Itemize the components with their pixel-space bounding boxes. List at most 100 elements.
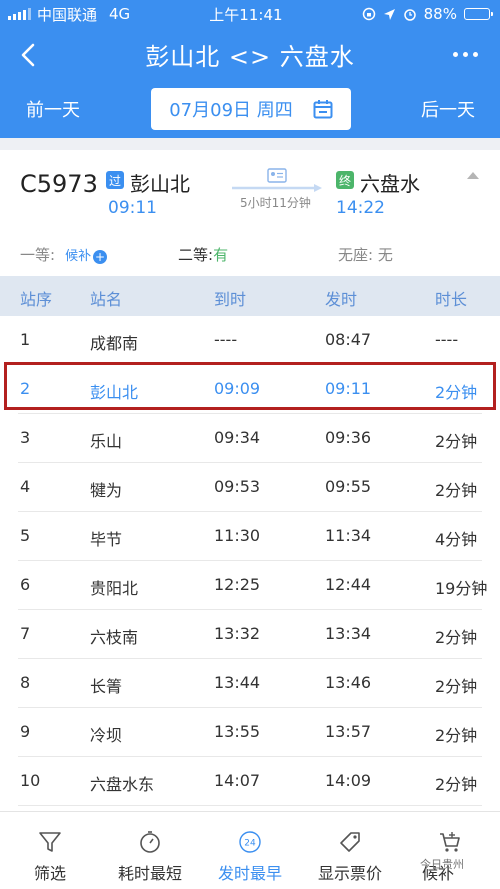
stop-depart: 12:44 [325,575,372,594]
header-stop-duration: 时长 [435,290,468,309]
date-bar: 前一天 07月09日 周四 后一天 [0,80,500,138]
tab-waitlist[interactable]: 候补 [400,812,500,889]
stop-seq: 4 [20,477,31,496]
back-arrow-icon[interactable] [14,40,44,70]
stop-seq: 9 [20,722,31,741]
train-detail-card: C5973 过 彭山北 09:11 5小时11分钟 终 六盘水 14:22 一等… [0,150,500,889]
seat-availability: 一等: 候补 + 二等:有 无座: 无 [0,244,500,268]
alarm-icon [403,9,416,21]
stop-arrive: 14:07 [214,771,261,790]
table-row[interactable]: 6 贵阳北 12:25 12:44 19分钟 [0,561,500,610]
waitlist-add-icon[interactable]: + [93,250,108,264]
stop-depart: 09:36 [325,428,372,447]
second-class-seat: 二等:有 [178,244,228,265]
header-area: 中国联通 4G 上午11:41 88% 彭山北 <> 六盘水 前一天 07月09… [0,0,500,138]
tab-show-price[interactable]: 显示票价 [300,812,400,889]
stop-seq: 2 [20,379,31,398]
tab-show-price-label: 显示票价 [317,864,382,883]
stop-arrive: 12:25 [214,575,261,594]
carrier-name: 中国联通 [37,5,98,24]
second-class-label: 二等: [178,246,214,264]
stop-duration: 2分钟 [435,775,478,794]
stop-depart: 13:46 [325,673,372,692]
second-class-value: 有 [213,246,229,264]
train-summary[interactable]: C5973 过 彭山北 09:11 5小时11分钟 终 六盘水 14:22 [0,150,500,232]
table-row[interactable]: 2 彭山北 09:09 09:11 2分钟 [0,365,500,414]
cart-add-icon [440,832,460,852]
prev-day-button[interactable]: 前一天 [26,96,80,122]
clock-24-text: 24 [244,839,256,849]
stop-arrive: 09:34 [214,428,261,447]
calendar-icon [313,100,333,119]
watermark: 今日贵州 [420,858,464,871]
stop-station: 六盘水东 [90,775,155,794]
more-icon[interactable] [453,52,478,57]
table-row[interactable]: 10 六盘水东 14:07 14:09 2分钟 [0,757,500,806]
stop-duration: 2分钟 [435,432,478,451]
stop-duration: 4分钟 [435,530,478,549]
stop-seq: 10 [20,771,41,790]
header-arrive: 到时 [214,290,247,309]
table-row[interactable]: 1 成都南 ---- 08:47 ---- [0,316,500,365]
tab-filter[interactable]: 筛选 [0,812,100,889]
stop-duration: 2分钟 [435,628,478,647]
price-tag-icon [340,832,360,852]
table-row[interactable]: 7 六枝南 13:32 13:34 2分钟 [0,610,500,659]
network-type: 4G [109,5,131,23]
table-row[interactable]: 4 犍为 09:53 09:55 2分钟 [0,463,500,512]
from-station: 彭山北 [130,172,190,196]
stop-station: 六枝南 [90,628,139,647]
table-row[interactable]: 8 长箐 13:44 13:46 2分钟 [0,659,500,708]
stop-depart: 09:55 [325,477,372,496]
standing-label: 无座: [338,246,374,264]
collapse-caret-icon[interactable] [466,170,480,180]
tab-shortest-label: 耗时最短 [117,864,182,883]
table-row[interactable]: 9 冷坝 13:55 13:57 2分钟 [0,708,500,757]
stop-depart: 08:47 [325,330,372,349]
stop-duration: 19分钟 [435,579,488,598]
stop-depart: 13:34 [325,624,372,643]
stop-duration: 2分钟 [435,726,478,745]
first-class-label: 一等: [20,246,56,264]
table-row[interactable]: 5 毕节 11:30 11:34 4分钟 [0,512,500,561]
status-time: 上午11:41 [209,5,283,24]
battery-icon [463,8,493,20]
stop-seq: 6 [20,575,31,594]
stop-station: 成都南 [90,334,139,353]
stops-table-body: 1 成都南 ---- 08:47 ---- 2 彭山北 09:09 09:11 2分钟 3 乐山 09:… [0,316,500,806]
battery-percent: 88% [423,5,457,23]
standing-value: 无 [377,246,393,264]
travel-duration: 5小时11分钟 [240,196,311,210]
pass-badge: 过 [106,171,124,189]
stop-seq: 5 [20,526,31,545]
tab-shortest[interactable]: 耗时最短 [100,812,200,889]
stop-depart: 13:57 [325,722,372,741]
stop-station: 毕节 [90,530,123,549]
stop-duration: ---- [435,330,459,349]
tab-earliest[interactable]: 24 发时最早 [200,812,300,889]
from-time: 09:11 [108,198,157,218]
nav-bar: 彭山北 <> 六盘水 [0,28,500,80]
header-station: 站名 [90,290,123,309]
signal-icon [8,8,31,20]
table-row[interactable]: 3 乐山 09:34 09:36 2分钟 [0,414,500,463]
tab-earliest-label: 发时最早 [217,864,282,883]
clock-24-icon: 24 [239,831,261,853]
stops-table-header: 站序 站名 到时 发时 时长 [0,276,500,316]
stop-seq: 7 [20,624,31,643]
stop-seq: 3 [20,428,31,447]
terminal-badge: 终 [336,171,354,189]
stop-arrive: 13:44 [214,673,261,692]
stop-depart: 11:34 [325,526,372,545]
train-number: C5973 [20,170,98,198]
date-picker[interactable]: 07月09日 周四 [151,88,351,130]
first-class-seat[interactable]: 一等: 候补 + [20,244,108,265]
stop-arrive: 13:55 [214,722,261,741]
tab-filter-label: 筛选 [33,864,66,883]
next-day-button[interactable]: 后一天 [421,96,475,122]
stop-duration: 2分钟 [435,677,478,696]
timer-icon [140,831,160,853]
selected-date: 07月09日 周四 [169,100,293,121]
stop-station: 冷坝 [90,726,123,745]
stop-arrive: 13:32 [214,624,261,643]
